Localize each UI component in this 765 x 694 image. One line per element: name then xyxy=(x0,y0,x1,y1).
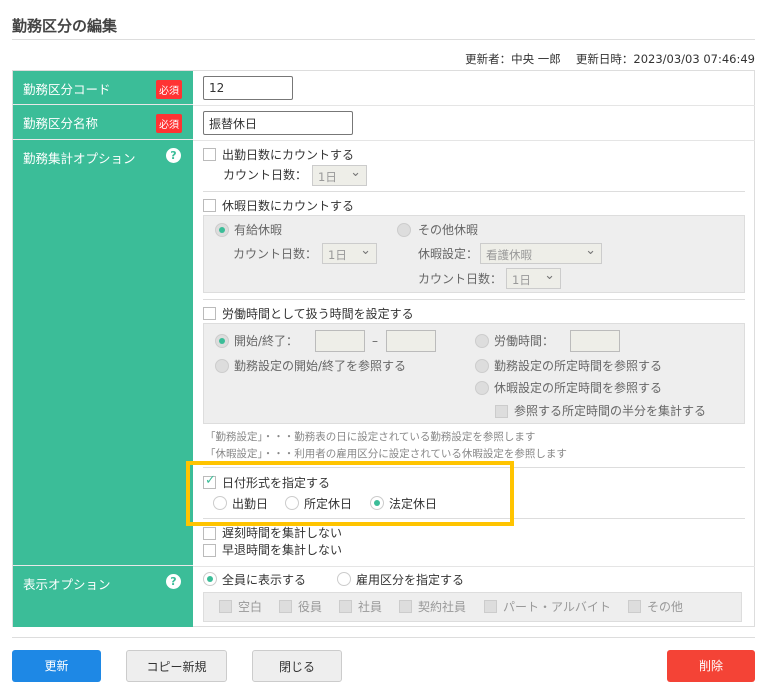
by-type-label: 雇用区分を指定する xyxy=(356,573,465,587)
start-end-radio[interactable] xyxy=(215,334,229,348)
count-days-label: カウント日数： xyxy=(223,168,308,182)
type-checkbox[interactable] xyxy=(339,600,352,613)
count-work-label: 出勤日数にカウントする xyxy=(222,148,355,162)
ref-start-end-label: 勤務設定の開始/終了を参照する xyxy=(234,359,407,373)
show-all-label: 全員に表示する xyxy=(222,573,307,587)
ref-work-label: 勤務設定の所定時間を参照する xyxy=(494,359,663,373)
type-label: 契約社員 xyxy=(418,600,467,614)
start-time-input[interactable] xyxy=(315,330,365,352)
type-checkbox[interactable] xyxy=(628,600,641,613)
label-name: 勤務区分名称 必須 xyxy=(13,105,193,140)
dash: – xyxy=(372,334,378,348)
other-leave-radio[interactable] xyxy=(397,223,411,237)
type-checkbox[interactable] xyxy=(219,600,232,613)
name-input[interactable] xyxy=(203,111,353,135)
copy-new-button[interactable]: コピー新規 xyxy=(126,650,227,682)
ref-leave-radio[interactable] xyxy=(475,381,489,395)
help-icon[interactable]: ? xyxy=(166,574,181,589)
label-code: 勤務区分コード 必須 xyxy=(13,71,193,105)
count-work-checkbox[interactable] xyxy=(203,148,216,161)
work-hours-input[interactable] xyxy=(570,330,620,352)
count-days-select[interactable]: 1日 xyxy=(312,165,367,186)
label-text: 勤務集計オプション xyxy=(23,151,136,166)
type-label: 空白 xyxy=(238,600,263,614)
type-checkbox[interactable] xyxy=(399,600,412,613)
delete-button[interactable]: 削除 xyxy=(667,650,755,682)
count-days-label: カウント日数： xyxy=(418,272,503,286)
type-label: その他 xyxy=(647,600,684,614)
label-text: 勤務区分名称 xyxy=(23,116,99,131)
count-leave-checkbox[interactable] xyxy=(203,199,216,212)
paid-count-select[interactable]: 1日 xyxy=(322,243,377,264)
page-title: 勤務区分の編集 xyxy=(12,17,118,35)
note-work-setting: 「勤務設定」・・・勤務表の日に設定されている勤務設定を参照します xyxy=(205,431,536,443)
early-label: 早退時間を集計しない xyxy=(222,543,343,557)
half-checkbox[interactable] xyxy=(495,405,508,418)
update-meta: 更新者：中央 一郎 更新日時：2023/03/03 07:46:49 xyxy=(465,52,755,66)
paid-leave-label: 有給休暇 xyxy=(234,223,283,237)
type-checkbox[interactable] xyxy=(279,600,292,613)
half-label: 参照する所定時間の半分を集計する xyxy=(514,404,707,418)
late-checkbox[interactable] xyxy=(203,527,216,540)
by-type-radio[interactable] xyxy=(337,572,351,586)
help-icon[interactable]: ? xyxy=(166,148,181,163)
work-hours-radio[interactable] xyxy=(475,334,489,348)
early-checkbox[interactable] xyxy=(203,544,216,557)
leave-setting-label: 休暇設定： xyxy=(418,247,479,261)
start-end-label: 開始/終了： xyxy=(234,334,299,348)
count-leave-label: 休暇日数にカウントする xyxy=(222,199,355,213)
label-aggregation: 勤務集計オプション? xyxy=(13,140,193,566)
work-time-label: 労働時間として扱う時間を設定する xyxy=(222,307,414,321)
update-button[interactable]: 更新 xyxy=(12,650,101,682)
divider xyxy=(12,39,755,40)
code-input[interactable] xyxy=(203,76,293,100)
label-text: 勤務区分コード xyxy=(23,82,111,97)
show-all-radio[interactable] xyxy=(203,572,217,586)
paid-leave-radio[interactable] xyxy=(215,223,229,237)
note-leave-setting: 「休暇設定」・・・利用者の雇用区分に設定されている休暇設定を参照します xyxy=(205,448,567,460)
label-display: 表示オプション? xyxy=(13,566,193,627)
other-count-select[interactable]: 1日 xyxy=(506,268,561,289)
type-label: 社員 xyxy=(358,600,383,614)
ref-work-radio[interactable] xyxy=(475,359,489,373)
work-time-checkbox[interactable] xyxy=(203,307,216,320)
late-label: 遅刻時間を集計しない xyxy=(222,526,343,540)
type-label: パート・アルバイト xyxy=(503,600,611,614)
other-leave-label: その他休暇 xyxy=(418,223,479,237)
ref-start-end-radio[interactable] xyxy=(215,359,229,373)
work-hours-label: 労働時間： xyxy=(494,334,555,348)
label-text: 表示オプション xyxy=(23,577,111,592)
leave-setting-select[interactable]: 看護休暇 xyxy=(480,243,602,264)
required-badge: 必須 xyxy=(156,80,182,99)
ref-leave-label: 休暇設定の所定時間を参照する xyxy=(494,381,663,395)
type-label: 役員 xyxy=(298,600,323,614)
count-days-label: カウント日数： xyxy=(233,247,318,261)
required-badge: 必須 xyxy=(156,114,182,133)
end-time-input[interactable] xyxy=(386,330,436,352)
highlight-box xyxy=(186,461,514,526)
type-checkbox[interactable] xyxy=(484,600,497,613)
close-button[interactable]: 閉じる xyxy=(252,650,342,682)
